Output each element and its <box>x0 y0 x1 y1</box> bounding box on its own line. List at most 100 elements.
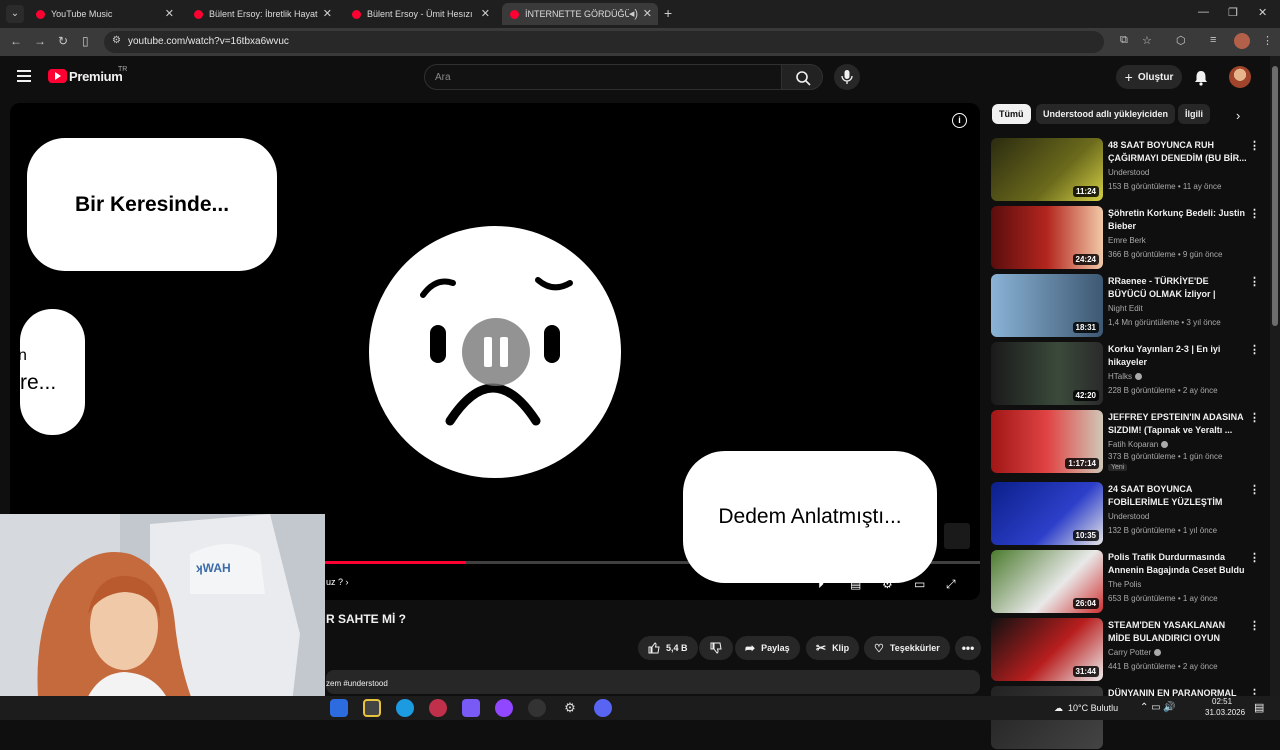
create-button[interactable]: + Oluştur <box>1116 65 1182 89</box>
settings-gear-icon[interactable]: ⚙ <box>561 699 579 717</box>
tab-current-video[interactable]: İNTERNETTE GÖRDÜĞÜNÜ ◂) ✕ <box>502 3 658 25</box>
back-icon[interactable]: ← <box>10 34 22 48</box>
chapter-label[interactable]: uz ? › <box>326 577 349 587</box>
recommendation-item[interactable]: 42:20 Korku Yayınları 2-3 | En iyi hikaye… <box>991 342 1271 406</box>
video-thumbnail[interactable]: 26:04 <box>991 550 1103 613</box>
clip-button[interactable]: ✂ Klip <box>806 636 860 660</box>
minimize-icon[interactable]: — <box>1198 6 1209 18</box>
theater-mode-icon[interactable]: ▭ <box>914 577 925 591</box>
clock-date[interactable]: 31.03.2026 <box>1205 708 1245 717</box>
site-info-icon[interactable]: ⚙ <box>112 35 121 46</box>
search-input[interactable]: Ara <box>424 64 782 90</box>
youtube-logo-icon[interactable] <box>48 69 67 83</box>
address-bar[interactable]: ⚙ youtube.com/watch?v=16tbxa6wvuc <box>104 31 1104 53</box>
voice-search-button[interactable] <box>834 64 860 90</box>
chip-uploader[interactable]: Understood adlı yükleyiciden <box>1036 104 1176 124</box>
more-actions-button[interactable]: ••• <box>955 636 981 660</box>
video-thumbnail[interactable]: 10:35 <box>991 482 1103 545</box>
recommendation-title[interactable]: 24 SAAT BOYUNCA FOBİLERİMLE YÜZLEŞTİM <box>1108 483 1248 509</box>
weather-text[interactable]: 10°C Bulutlu <box>1068 703 1118 713</box>
discord-icon[interactable] <box>594 699 612 717</box>
edge-icon[interactable] <box>396 699 414 717</box>
channel-name[interactable]: Night Edit <box>1108 304 1143 313</box>
thanks-button[interactable]: ♡ Teşekkürler <box>864 636 950 660</box>
store-icon[interactable] <box>330 699 348 717</box>
more-vertical-icon[interactable]: ⋮ <box>1249 207 1260 220</box>
tab-search-button[interactable]: ⌄ <box>6 5 24 23</box>
close-tab-icon[interactable]: ✕ <box>481 7 490 20</box>
notification-icon[interactable]: ▤ <box>1254 701 1264 714</box>
channel-name[interactable]: Understood <box>1108 512 1149 521</box>
info-icon[interactable]: i <box>952 113 967 128</box>
browser-profile-avatar[interactable] <box>1234 33 1250 49</box>
dislike-button[interactable] <box>699 636 733 660</box>
subtitles-icon[interactable]: ▤ <box>850 577 861 591</box>
more-vertical-icon[interactable]: ⋮ <box>1249 343 1260 356</box>
recommendation-title[interactable]: JEFFREY EPSTEIN'IN ADASINA SIZDIM! (Tapı… <box>1108 411 1248 437</box>
video-thumbnail[interactable]: 42:20 <box>991 342 1103 405</box>
video-thumbnail[interactable]: 31:44 <box>991 618 1103 681</box>
obs-icon[interactable] <box>528 699 546 717</box>
channel-name[interactable]: Fatih Koparan <box>1108 440 1169 449</box>
more-vertical-icon[interactable]: ⋮ <box>1249 483 1260 496</box>
close-tab-icon[interactable]: ✕ <box>323 7 332 20</box>
chip-related[interactable]: İlgili <box>1178 104 1210 124</box>
sidepanel-icon[interactable]: ▯ <box>82 34 89 48</box>
close-tab-icon[interactable]: ✕ <box>643 7 652 20</box>
recommendation-item[interactable]: 18:31 RRaenee - TÜRKİYE'DE BÜYÜCÜ OLMAK İ… <box>991 274 1271 338</box>
reading-list-icon[interactable]: ≡ <box>1210 34 1216 46</box>
more-vertical-icon[interactable]: ⋮ <box>1249 411 1260 424</box>
chrome-icon[interactable] <box>363 699 381 717</box>
user-avatar[interactable] <box>1229 66 1251 88</box>
recommendation-item[interactable]: 24:24 Şöhretin Korkunç Bedeli: Justin Bie… <box>991 206 1271 270</box>
channel-name[interactable]: The Polis <box>1108 580 1141 589</box>
browser-menu-icon[interactable]: ⋮ <box>1262 34 1273 47</box>
app-icon[interactable] <box>462 699 480 717</box>
video-thumbnail[interactable]: 24:24 <box>991 206 1103 269</box>
more-vertical-icon[interactable]: ⋮ <box>1249 551 1260 564</box>
settings-gear-icon[interactable]: ⚙ <box>882 577 893 591</box>
recommendation-title[interactable]: Korku Yayınları 2-3 | En iyi hikayeler <box>1108 343 1248 369</box>
close-window-icon[interactable]: ✕ <box>1258 6 1267 19</box>
fullscreen-icon[interactable]: ⤢ <box>946 577 956 592</box>
chevron-right-icon[interactable]: › <box>1236 108 1240 123</box>
reload-icon[interactable]: ↻ <box>58 34 68 48</box>
forward-icon[interactable]: → <box>34 34 46 48</box>
more-vertical-icon[interactable]: ⋮ <box>1249 139 1260 152</box>
tray-icons[interactable]: ⌃ ▭ 🔊 <box>1140 702 1176 713</box>
chip-all[interactable]: Tümü <box>992 104 1031 124</box>
scrollbar-thumb[interactable] <box>1272 66 1278 326</box>
like-button[interactable]: 5,4 B <box>638 636 698 660</box>
recommendation-title[interactable]: Polis Trafik Durdurmasında Annenin Bagaj… <box>1108 551 1248 577</box>
recommendation-title[interactable]: 48 SAAT BOYUNCA RUH ÇAĞIRMAYI DENEDİM (B… <box>1108 139 1248 165</box>
bell-icon[interactable] <box>1193 69 1209 87</box>
end-screen-thumbnail[interactable] <box>944 523 970 549</box>
autoplay-toggle-icon[interactable]: ⏵ <box>818 577 824 592</box>
video-thumbnail[interactable]: 11:24 <box>991 138 1103 201</box>
recommendation-title[interactable]: RRaenee - TÜRKİYE'DE BÜYÜCÜ OLMAK İzliyo… <box>1108 275 1248 302</box>
description-box[interactable]: zem #understood <box>326 670 980 694</box>
more-vertical-icon[interactable]: ⋮ <box>1249 275 1260 288</box>
recommendation-item[interactable]: 26:04 Polis Trafik Durdurmasında Annenin … <box>991 550 1271 614</box>
brand-name[interactable]: Premium <box>69 69 123 84</box>
recommendation-item[interactable]: 10:35 24 SAAT BOYUNCA FOBİLERİMLE YÜZLEŞT… <box>991 482 1271 546</box>
extensions-icon[interactable]: ⬡ <box>1176 34 1186 47</box>
close-tab-icon[interactable]: ✕ <box>165 7 174 20</box>
clock-time[interactable]: 02:51 <box>1212 697 1232 706</box>
new-tab-button[interactable]: + <box>664 5 672 21</box>
audio-playing-icon[interactable]: ◂) <box>629 7 638 20</box>
twitch-icon[interactable] <box>495 699 513 717</box>
video-thumbnail[interactable]: 18:31 <box>991 274 1103 337</box>
opera-icon[interactable] <box>429 699 447 717</box>
channel-name[interactable]: Understood <box>1108 168 1149 177</box>
video-thumbnail[interactable]: 1:17:14 <box>991 410 1103 473</box>
channel-name[interactable]: Carry Potter <box>1108 648 1162 657</box>
share-button[interactable]: ➦ Paylaş <box>735 636 800 660</box>
recommendation-item[interactable]: 11:24 48 SAAT BOYUNCA RUH ÇAĞIRMAYI DENED… <box>991 138 1271 202</box>
recommendation-title[interactable]: Şöhretin Korkunç Bedeli: Justin Bieber <box>1108 207 1248 233</box>
tab-youtube-music[interactable]: YouTube Music ✕ <box>28 3 180 25</box>
restore-icon[interactable]: ❐ <box>1228 6 1238 19</box>
install-app-icon[interactable]: ⧉ <box>1120 34 1128 47</box>
tab-bulent-ersoy-1[interactable]: Bülent Ersoy: İbretlik Hayat Hik ✕ <box>186 3 338 25</box>
more-vertical-icon[interactable]: ⋮ <box>1249 619 1260 632</box>
